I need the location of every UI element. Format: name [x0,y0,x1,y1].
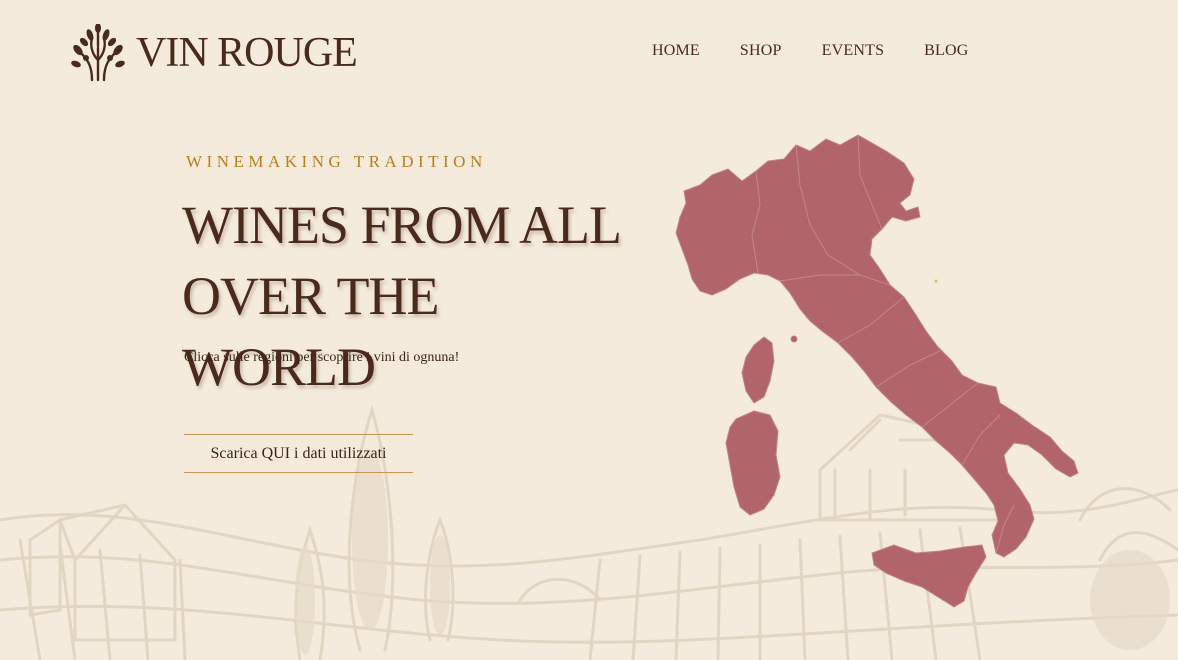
hero-eyebrow: WINEMAKING TRADITION [186,152,487,171]
brand-name: VIN ROUGE [136,30,358,76]
nav-blog[interactable]: BLOG [924,42,968,60]
nav-events[interactable]: EVENTS [822,42,885,60]
map-region-sicily[interactable] [871,544,987,608]
headline-line-1: WINES FROM ALL [182,195,622,255]
italy-map [675,134,1079,608]
page: VIN ROUGE HOME SHOP EVENTS BLOG WINEMAKI… [0,0,1178,660]
nav-shop[interactable]: SHOP [740,42,782,60]
hero-subtext: Clicca sulle regioni per scoprire i vini… [184,350,460,365]
tree-icon [71,24,125,82]
headline-line-2: OVER THE WORLD [182,266,439,397]
map-region-sardinia[interactable] [725,410,781,516]
main-nav: HOME SHOP EVENTS BLOG [652,42,969,60]
hero-headline: WINES FROM ALL OVER THE WORLD [182,190,642,403]
download-data-button[interactable]: Scarica QUI i dati utilizzati [184,434,413,473]
nav-home[interactable]: HOME [652,42,700,60]
map-region-corsica[interactable] [741,336,775,404]
logo[interactable]: VIN ROUGE [70,24,358,82]
